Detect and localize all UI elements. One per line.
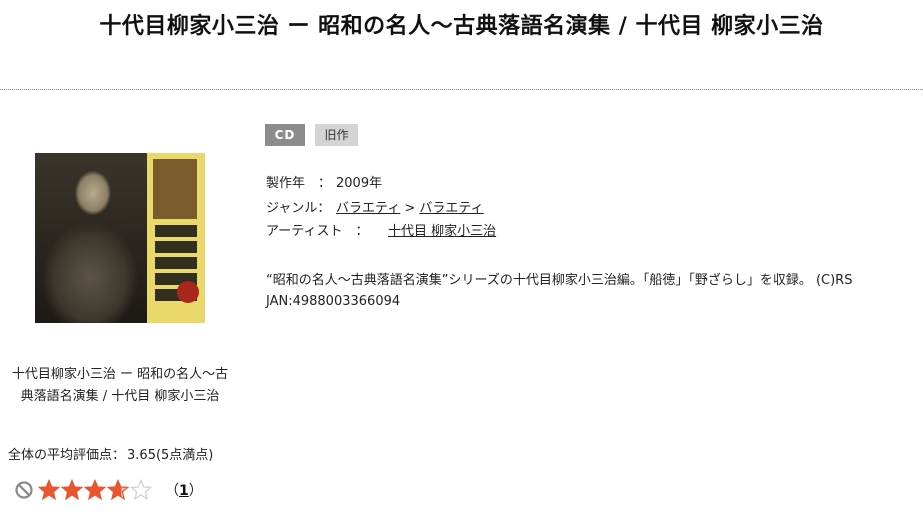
rating-row: （1）: [14, 478, 203, 502]
no-rating-icon[interactable]: [14, 480, 34, 500]
star-icon: [61, 479, 83, 501]
review-count-close: ）: [188, 483, 203, 499]
review-count: （1）: [165, 480, 203, 500]
cover-photo: [35, 153, 147, 323]
artist-link[interactable]: 十代目 柳家小三治: [388, 224, 496, 239]
rating-summary: 全体の平均評価点： 3.65(5点満点): [8, 444, 213, 463]
rating-summary-label: 全体の平均評価点：: [8, 448, 126, 463]
rating-summary-value: 3.65(5点満点): [127, 448, 214, 463]
cover-series-band: [153, 159, 197, 219]
genre-link-secondary[interactable]: バラエティ: [419, 201, 483, 216]
genre-link-primary[interactable]: バラエティ: [336, 201, 400, 216]
review-count-link[interactable]: 1: [179, 483, 189, 499]
title-divider: [0, 89, 923, 90]
description: “昭和の名人～古典落語名演集”シリーズの十代目柳家小三治編。「船徳」「野ざらし」…: [266, 270, 852, 312]
description-text: “昭和の名人～古典落語名演集”シリーズの十代目柳家小三治編。「船徳」「野ざらし」…: [266, 273, 853, 288]
cover-title-panel: [147, 153, 205, 323]
review-count-open: （: [165, 483, 179, 499]
status-tag: 旧作: [315, 124, 358, 146]
star-icon: [130, 479, 152, 501]
detail-genre-label: ジャンル：: [266, 201, 331, 216]
detail-year: 製作年 ： 2009年: [266, 172, 382, 191]
detail-year-label: 製作年 ：: [266, 176, 332, 191]
detail-artist: アーティスト ： 十代目 柳家小三治: [266, 220, 496, 239]
cover-caption-line-1: 十代目柳家小三治 ー 昭和の名人～古: [11, 367, 229, 382]
format-tag: CD: [265, 124, 305, 146]
star-rating: [38, 479, 153, 501]
jan-code: JAN:4988003366094: [266, 294, 401, 309]
cover-caption-line-2: 典落語名演集 / 十代目 柳家小三治: [20, 389, 220, 404]
album-cover-image[interactable]: [35, 153, 205, 323]
detail-year-value: 2009年: [336, 176, 383, 191]
star-icon: [38, 479, 60, 501]
star-icon: [107, 479, 129, 501]
cover-volume-seal: [177, 281, 199, 303]
detail-artist-label: アーティスト ：: [266, 224, 369, 239]
detail-genre: ジャンル： バラエティ > バラエティ: [266, 197, 484, 216]
star-icon: [84, 479, 106, 501]
genre-separator: >: [404, 201, 416, 216]
cover-caption: 十代目柳家小三治 ー 昭和の名人～古 典落語名演集 / 十代目 柳家小三治: [0, 364, 240, 408]
page-title: 十代目柳家小三治 ー 昭和の名人～古典落語名演集 / 十代目 柳家小三治: [99, 14, 824, 39]
